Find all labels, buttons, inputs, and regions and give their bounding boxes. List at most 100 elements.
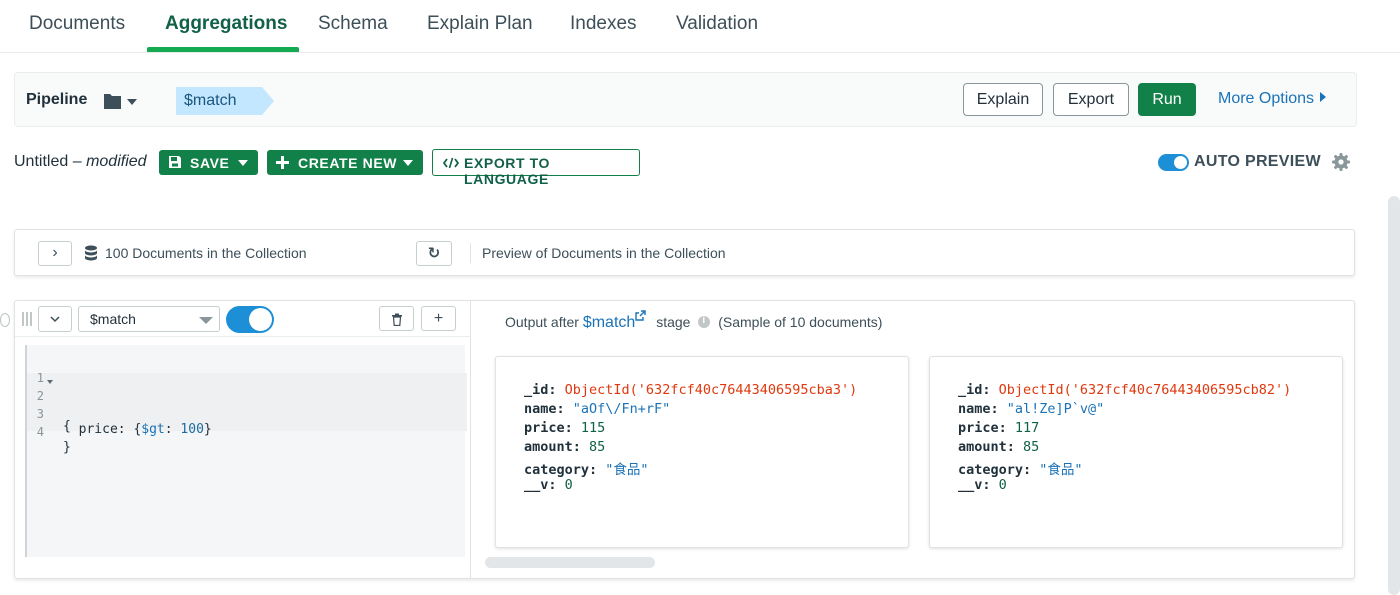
field-key: name: — [524, 401, 565, 417]
tab-indexes[interactable]: Indexes — [570, 13, 637, 35]
field-key: amount: — [524, 439, 581, 455]
plus-icon — [276, 156, 289, 169]
field-key: __v: — [958, 477, 991, 493]
stage-divider — [470, 301, 471, 578]
document-card: _id: ObjectId('632fcf40c76443406595cb82'… — [929, 356, 1343, 548]
code-text: price: {$gt: 100} — [63, 422, 212, 437]
auto-preview-label: AUTO PREVIEW — [1194, 153, 1321, 170]
collapse-stage-button[interactable] — [38, 306, 72, 332]
doc-field-id: _id: ObjectId('632fcf40c76443406595cba3'… — [524, 382, 857, 398]
tab-schema[interactable]: Schema — [318, 13, 388, 35]
toggle-knob — [1174, 156, 1187, 169]
doc-field-name: name: "al!Ze]P`v@" — [958, 401, 1104, 417]
more-options-link[interactable]: More Options — [1218, 90, 1327, 108]
code-token: : — [164, 422, 181, 437]
export-to-language-label: EXPORT TO LANGUAGE — [464, 155, 551, 187]
code-token-num: 100 — [180, 422, 204, 437]
pipeline-name: Untitled – modified — [14, 153, 147, 171]
divider — [470, 243, 471, 263]
expand-collection-button[interactable]: › — [38, 241, 72, 266]
field-value: 0 — [564, 477, 573, 493]
pipeline-label: Pipeline — [26, 91, 88, 108]
tab-aggregations[interactable]: Aggregations — [165, 13, 287, 35]
caret-right-icon — [1320, 92, 1327, 102]
refresh-button[interactable]: ↻ — [416, 241, 452, 266]
gear-icon[interactable] — [1331, 152, 1351, 172]
drag-grip-icon[interactable] — [22, 312, 34, 326]
stage-enabled-toggle[interactable] — [226, 306, 274, 333]
create-new-button[interactable]: CREATE NEW — [267, 150, 423, 175]
trash-icon — [391, 313, 402, 327]
auto-preview-toggle[interactable] — [1158, 154, 1189, 171]
line-number: 4 — [36, 425, 44, 439]
explain-button[interactable]: Explain — [963, 83, 1043, 116]
doc-field-name: name: "aOf\/Fn+rF" — [524, 401, 670, 417]
folder-icon[interactable] — [103, 92, 139, 110]
active-tab-indicator — [147, 47, 299, 52]
collection-preview-row: › 100 Documents in the Collection ↻ Prev… — [14, 229, 1355, 276]
doc-field-v: __v: 0 — [524, 477, 573, 493]
code-line: 2 { — [27, 374, 74, 434]
field-value: 85 — [1023, 439, 1040, 455]
add-stage-button[interactable]: + — [421, 306, 456, 331]
field-key: category: — [524, 462, 598, 478]
collection-preview-label: Preview of Documents in the Collection — [482, 245, 726, 261]
tab-validation[interactable]: Validation — [676, 13, 758, 35]
field-key: price: — [958, 420, 1007, 436]
chevron-down-icon — [238, 160, 248, 166]
fold-caret-icon[interactable] — [47, 380, 53, 384]
field-value: 115 — [580, 420, 606, 436]
document-card: _id: ObjectId('632fcf40c76443406595cba3'… — [495, 356, 909, 548]
collection-document-count: 100 Documents in the Collection — [105, 245, 307, 261]
floppy-icon — [169, 156, 181, 168]
pipeline-toolbar: Pipeline $match Explain Export Run More … — [14, 72, 1357, 127]
tab-explain-plan[interactable]: Explain Plan — [427, 13, 533, 35]
chevron-down-icon — [50, 316, 60, 323]
delete-stage-button[interactable] — [379, 306, 414, 331]
export-button[interactable]: Export — [1053, 83, 1129, 116]
sample-count: (Sample of 10 documents) — [718, 314, 883, 330]
code-line: 4 } — [27, 410, 74, 455]
create-new-label: CREATE NEW — [298, 155, 398, 171]
code-token: price: { — [63, 422, 142, 437]
tab-bar: Documents Aggregations Schema Explain Pl… — [0, 0, 1400, 53]
page-scrollbar[interactable] — [1388, 196, 1400, 595]
info-icon[interactable] — [698, 315, 711, 328]
field-key: price: — [524, 420, 573, 436]
field-value: "食品" — [1039, 462, 1083, 478]
stage-chip-arrow — [262, 87, 274, 115]
field-value: "al!Ze]P`v@" — [1006, 401, 1105, 417]
stage-operator-value: $match — [90, 311, 136, 327]
stage-drag-handle-edge — [0, 313, 10, 327]
doc-field-v: __v: 0 — [958, 477, 1007, 493]
documents-horizontal-scrollbar[interactable] — [485, 557, 655, 568]
output-suffix: stage — [656, 314, 691, 330]
doc-field-category: category: "食品" — [524, 458, 649, 478]
select-caret-icon — [199, 317, 213, 324]
stage-code-editor[interactable]: 1 2 { 3 price: {$gt: 100} 4 } — [25, 345, 467, 557]
pipeline-stage-chip[interactable]: $match — [176, 87, 262, 115]
field-key: __v: — [524, 477, 557, 493]
more-options-label: More Options — [1218, 90, 1315, 107]
stage-operator-select[interactable]: $match — [78, 306, 220, 332]
tab-documents[interactable]: Documents — [29, 13, 125, 35]
field-key: category: — [958, 462, 1032, 478]
save-button[interactable]: SAVE — [159, 150, 258, 175]
stage-output-header: Output after $match stage (Sample of 10 … — [505, 310, 882, 332]
stage-docs-link[interactable]: $match — [583, 314, 635, 331]
title-dash: – — [72, 153, 82, 170]
run-button[interactable]: Run — [1138, 83, 1196, 116]
field-key: _id: — [524, 382, 557, 398]
code-token-kw: $gt — [141, 422, 165, 437]
field-value: ObjectId('632fcf40c76443406595cba3') — [564, 382, 858, 398]
toggle-knob — [249, 308, 272, 331]
code-token: } — [203, 422, 212, 437]
export-to-language-button[interactable]: EXPORT TO LANGUAGE — [432, 149, 640, 187]
code-line: 1 — [27, 356, 74, 385]
stage-card: $match + 1 2 { 3 price: {$gt: 100} 4} O… — [14, 300, 1355, 579]
field-value: 117 — [1014, 420, 1040, 436]
doc-field-price: price: 117 — [958, 420, 1039, 436]
save-label: SAVE — [190, 155, 230, 171]
modified-flag: modified — [86, 153, 147, 170]
external-link-icon[interactable] — [635, 310, 646, 321]
